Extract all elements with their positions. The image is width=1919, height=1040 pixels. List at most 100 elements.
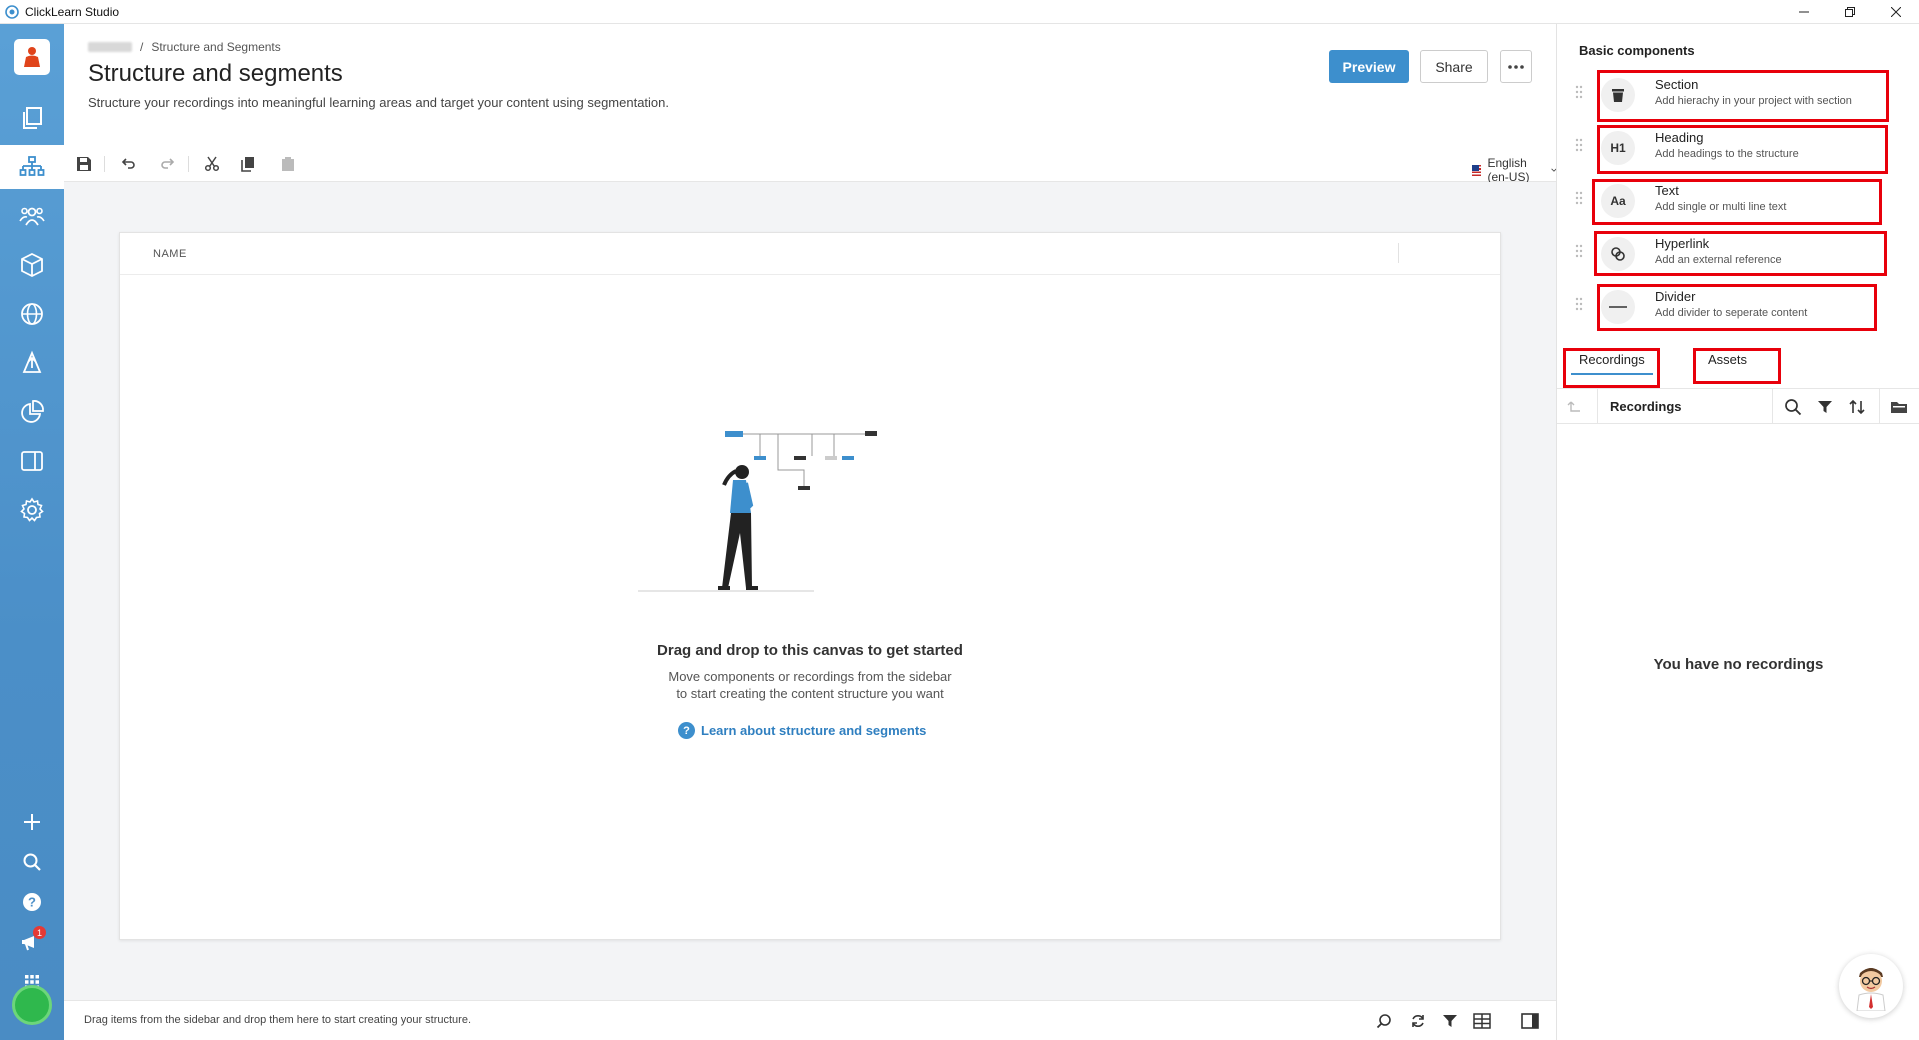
page-subtitle: Structure your recordings into meaningfu…	[88, 95, 670, 110]
toolbar-divider	[188, 156, 189, 172]
user-avatar[interactable]	[12, 985, 52, 1025]
undo-icon	[121, 158, 135, 169]
basic-components-title: Basic components	[1579, 43, 1695, 58]
users-group-icon	[19, 207, 45, 226]
language-label: English (en-US)	[1487, 156, 1530, 184]
learn-more-link[interactable]: ? Learn about structure and segments	[678, 722, 926, 739]
toolbar-divider	[1597, 389, 1598, 423]
column-name-header[interactable]: NAME	[153, 248, 187, 260]
copy-button[interactable]	[238, 154, 258, 174]
status-hint: Drag items from the sidebar and drop the…	[84, 1014, 472, 1026]
canvas-header: NAME	[120, 233, 1500, 275]
nav-settings[interactable]	[0, 488, 64, 532]
assistant-character-icon	[1856, 968, 1886, 1011]
nav-publish[interactable]	[0, 341, 64, 385]
cube-icon	[21, 252, 43, 278]
window-titlebar: ClickLearn Studio	[0, 0, 1919, 24]
highlight-box	[1597, 70, 1889, 122]
sort-icon	[1849, 399, 1865, 415]
refresh-button[interactable]	[1408, 1011, 1428, 1031]
restore-button[interactable]	[1827, 0, 1873, 24]
publish-icon	[22, 350, 42, 373]
left-navigation: ? 1	[0, 24, 64, 1040]
breadcrumb-project-blurred[interactable]	[88, 42, 132, 52]
nav-users[interactable]	[0, 194, 64, 238]
status-bar: Drag items from the sidebar and drop the…	[64, 1000, 1556, 1040]
assistant-avatar-button[interactable]	[1839, 954, 1903, 1018]
components-sidebar: Basic components Section Add hierachy in…	[1556, 24, 1919, 1040]
highlight-box	[1597, 125, 1888, 174]
sidebar-icon	[1521, 1013, 1539, 1029]
copy-pages-icon	[23, 107, 42, 129]
nav-recordings[interactable]	[0, 96, 64, 140]
drag-handle-icon[interactable]	[1575, 244, 1583, 258]
recordings-search-button[interactable]	[1783, 397, 1803, 417]
status-filter-button[interactable]	[1440, 1011, 1460, 1031]
close-button[interactable]	[1873, 0, 1919, 24]
empty-state-description-line1: Move components or recordings from the s…	[668, 669, 952, 684]
save-button[interactable]	[74, 154, 94, 174]
column-divider	[1398, 243, 1399, 263]
filter-icon	[1443, 1015, 1457, 1027]
notification-badge: 1	[33, 926, 46, 939]
structure-canvas[interactable]: NAME Drag and drop to this canvas to get…	[119, 232, 1501, 940]
toolbar-divider	[104, 156, 105, 172]
more-options-button[interactable]	[1500, 50, 1532, 83]
nav-analytics[interactable]	[0, 390, 64, 434]
ellipsis-icon	[1508, 64, 1524, 69]
clipboard-icon	[282, 157, 294, 171]
grid-view-icon	[1473, 1013, 1491, 1029]
cut-button[interactable]	[202, 154, 222, 174]
language-selector[interactable]: English (en-US)	[1472, 156, 1558, 184]
nav-add[interactable]	[0, 800, 64, 844]
status-search-button[interactable]	[1374, 1011, 1394, 1031]
nav-panels[interactable]	[0, 439, 64, 483]
toolbar-divider	[1772, 389, 1773, 423]
nav-languages[interactable]	[0, 292, 64, 336]
nav-help[interactable]: ?	[0, 880, 64, 924]
presenter-icon	[24, 47, 40, 67]
folder-icon	[1891, 402, 1907, 413]
preview-button[interactable]: Preview	[1329, 50, 1409, 83]
recordings-folder-label: Recordings	[1610, 399, 1682, 414]
breadcrumb-separator: /	[140, 40, 144, 54]
breadcrumb-current: Structure and Segments	[151, 40, 281, 54]
search-icon	[1785, 399, 1802, 416]
share-button[interactable]: Share	[1420, 50, 1488, 83]
app-logo-icon	[5, 4, 19, 19]
nav-packages[interactable]	[0, 243, 64, 287]
minimize-button[interactable]	[1781, 0, 1827, 24]
recordings-sort-button[interactable]	[1847, 397, 1867, 417]
redo-icon	[161, 158, 175, 169]
undo-button[interactable]	[118, 154, 138, 174]
search-icon	[1376, 1014, 1391, 1029]
editor-toolbar: English (en-US)	[64, 146, 1558, 184]
drag-handle-icon[interactable]	[1575, 85, 1583, 99]
project-logo[interactable]	[14, 39, 50, 75]
hierarchy-icon	[19, 156, 45, 176]
redo-button[interactable]	[158, 154, 178, 174]
nav-notifications[interactable]: 1	[0, 920, 64, 964]
pie-chart-icon	[21, 400, 44, 423]
us-flag-icon	[1472, 164, 1482, 176]
highlight-box	[1594, 231, 1887, 276]
drag-handle-icon[interactable]	[1575, 138, 1583, 152]
breadcrumb: / Structure and Segments	[88, 40, 281, 54]
svg-text:?: ?	[28, 895, 36, 910]
scissors-icon	[204, 156, 220, 172]
toggle-sidebar-button[interactable]	[1520, 1011, 1540, 1031]
recordings-filter-button[interactable]	[1815, 397, 1835, 417]
learn-more-label: Learn about structure and segments	[701, 723, 927, 738]
search-icon	[23, 853, 41, 871]
nav-search[interactable]	[0, 840, 64, 884]
layout-toggle-button[interactable]	[1472, 1011, 1492, 1031]
paste-button[interactable]	[278, 154, 298, 174]
nav-structure[interactable]	[0, 145, 64, 189]
drag-handle-icon[interactable]	[1575, 191, 1583, 205]
folder-up-icon[interactable]	[1565, 398, 1583, 416]
save-icon	[77, 157, 91, 171]
recordings-folder-button[interactable]	[1889, 397, 1909, 417]
gear-icon	[20, 497, 44, 522]
drag-handle-icon[interactable]	[1575, 297, 1583, 311]
globe-icon	[21, 303, 43, 325]
